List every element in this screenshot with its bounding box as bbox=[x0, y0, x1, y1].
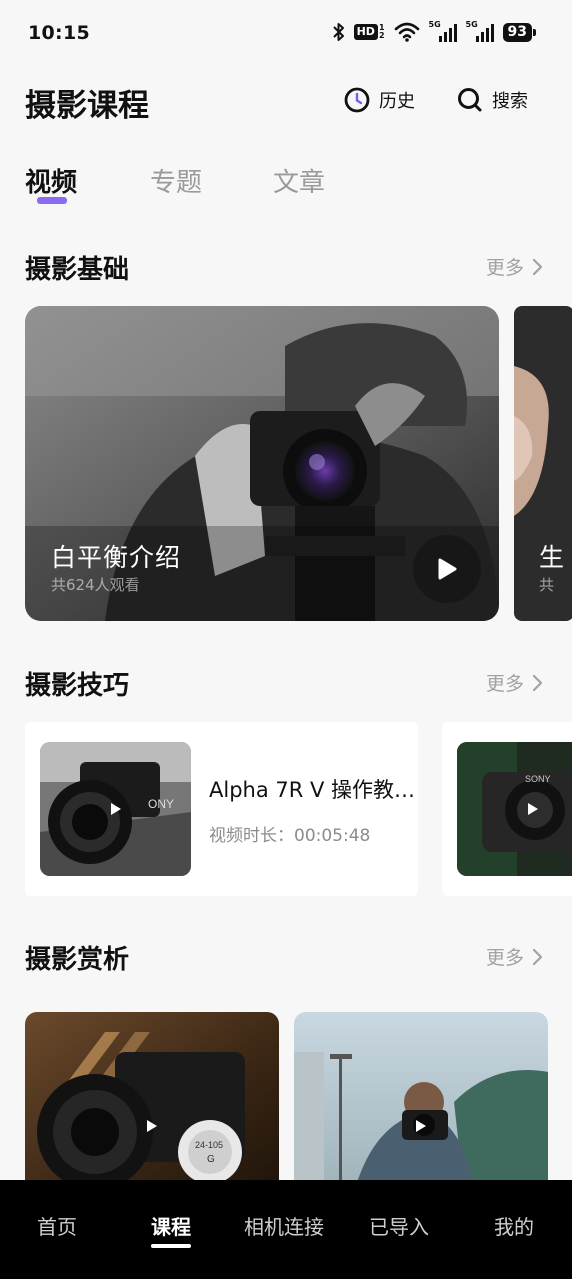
play-button[interactable] bbox=[413, 535, 481, 603]
tip-duration: 视频时长：00:05:48 bbox=[209, 826, 371, 846]
tab-video[interactable]: 视频 bbox=[25, 162, 77, 199]
tip-thumbnail: ONY bbox=[40, 742, 191, 876]
history-button[interactable]: 历史 bbox=[343, 86, 415, 114]
tab-topics[interactable]: 专题 bbox=[150, 162, 202, 199]
bluetooth-icon bbox=[332, 22, 345, 42]
nav-item-home[interactable]: 首页 bbox=[37, 1211, 77, 1240]
nav-item-mine[interactable]: 我的 bbox=[494, 1211, 534, 1240]
nav-item-imported[interactable]: 已导入 bbox=[369, 1211, 429, 1240]
tips-carousel[interactable]: ONY Alpha 7R V 操作教… 视频时长：00:05:48 SONY bbox=[0, 722, 572, 896]
play-icon bbox=[438, 558, 457, 580]
history-label: 历史 bbox=[379, 91, 415, 112]
video-card[interactable]: 白平衡介绍 共624人观看 bbox=[25, 306, 499, 621]
section-basics-header: 摄影基础 更多 bbox=[0, 245, 572, 285]
svg-text:SONY: SONY bbox=[525, 774, 551, 784]
tip-card[interactable]: SONY bbox=[442, 722, 572, 896]
video-viewers: 共 bbox=[539, 576, 555, 594]
appreciation-more-link[interactable]: 更多 bbox=[486, 943, 544, 970]
basics-more-link[interactable]: 更多 bbox=[486, 253, 544, 280]
play-icon bbox=[408, 1113, 434, 1139]
chevron-right-icon bbox=[532, 948, 543, 965]
content-tabs: 视频 专题 文章 bbox=[0, 160, 572, 210]
status-icons: HD 1 2 5G 5G 93 bbox=[332, 20, 537, 42]
play-icon bbox=[103, 796, 129, 822]
svg-text:ONY: ONY bbox=[148, 797, 174, 811]
section-tips-header: 摄影技巧 更多 bbox=[0, 661, 572, 701]
page-title: 摄影课程 bbox=[25, 88, 149, 124]
play-icon bbox=[520, 796, 546, 822]
search-label: 搜索 bbox=[492, 91, 528, 112]
signal-sim2-icon: 5G bbox=[466, 20, 494, 42]
nav-active-indicator bbox=[151, 1244, 191, 1248]
basics-carousel[interactable]: 白平衡介绍 共624人观看 生 共 bbox=[0, 306, 572, 622]
section-appreciation-header: 摄影赏析 更多 bbox=[0, 935, 572, 975]
chevron-right-icon bbox=[532, 258, 543, 275]
bottom-nav: 首页 课程 相机连接 已导入 我的 bbox=[0, 1180, 572, 1279]
svg-text:G: G bbox=[207, 1154, 215, 1165]
video-card[interactable]: 生 共 bbox=[514, 306, 572, 621]
tip-title: Alpha 7R V 操作教… bbox=[209, 778, 416, 802]
gallery-card[interactable] bbox=[294, 1012, 548, 1192]
section-title: 摄影赏析 bbox=[25, 945, 130, 975]
tips-more-link[interactable]: 更多 bbox=[486, 669, 544, 696]
tab-indicator bbox=[37, 197, 67, 204]
status-time: 10:15 bbox=[28, 22, 90, 44]
nav-item-courses[interactable]: 课程 bbox=[151, 1211, 191, 1240]
tip-thumbnail: SONY bbox=[457, 742, 572, 876]
signal-sim1-icon: 5G bbox=[429, 20, 457, 42]
wifi-icon bbox=[394, 22, 420, 42]
gallery-card[interactable]: 24-105 G bbox=[25, 1012, 279, 1192]
video-title: 生 bbox=[539, 543, 566, 572]
tip-card[interactable]: ONY Alpha 7R V 操作教… 视频时长：00:05:48 bbox=[25, 722, 418, 896]
chevron-right-icon bbox=[532, 674, 543, 691]
page-header: 摄影课程 历史 搜索 bbox=[0, 70, 572, 134]
svg-text:24-105: 24-105 bbox=[195, 1140, 223, 1150]
hd-icon: HD 1 2 bbox=[353, 24, 385, 40]
nav-item-camera-connect[interactable]: 相机连接 bbox=[244, 1211, 324, 1240]
gallery-thumbnail: 24-105 G bbox=[25, 1012, 279, 1192]
status-bar: 10:15 HD 1 2 5G 5G 93 bbox=[0, 0, 572, 64]
clock-icon bbox=[344, 87, 370, 113]
search-button[interactable]: 搜索 bbox=[456, 86, 528, 114]
play-icon bbox=[139, 1113, 165, 1139]
section-title: 摄影基础 bbox=[25, 255, 130, 285]
video-title: 白平衡介绍 bbox=[51, 543, 182, 572]
tab-articles[interactable]: 文章 bbox=[273, 162, 325, 199]
battery-icon: 93 bbox=[502, 22, 537, 42]
section-title: 摄影技巧 bbox=[25, 671, 130, 701]
video-viewers: 共624人观看 bbox=[51, 576, 140, 594]
gallery-thumbnail bbox=[294, 1012, 548, 1192]
search-icon bbox=[458, 88, 482, 112]
